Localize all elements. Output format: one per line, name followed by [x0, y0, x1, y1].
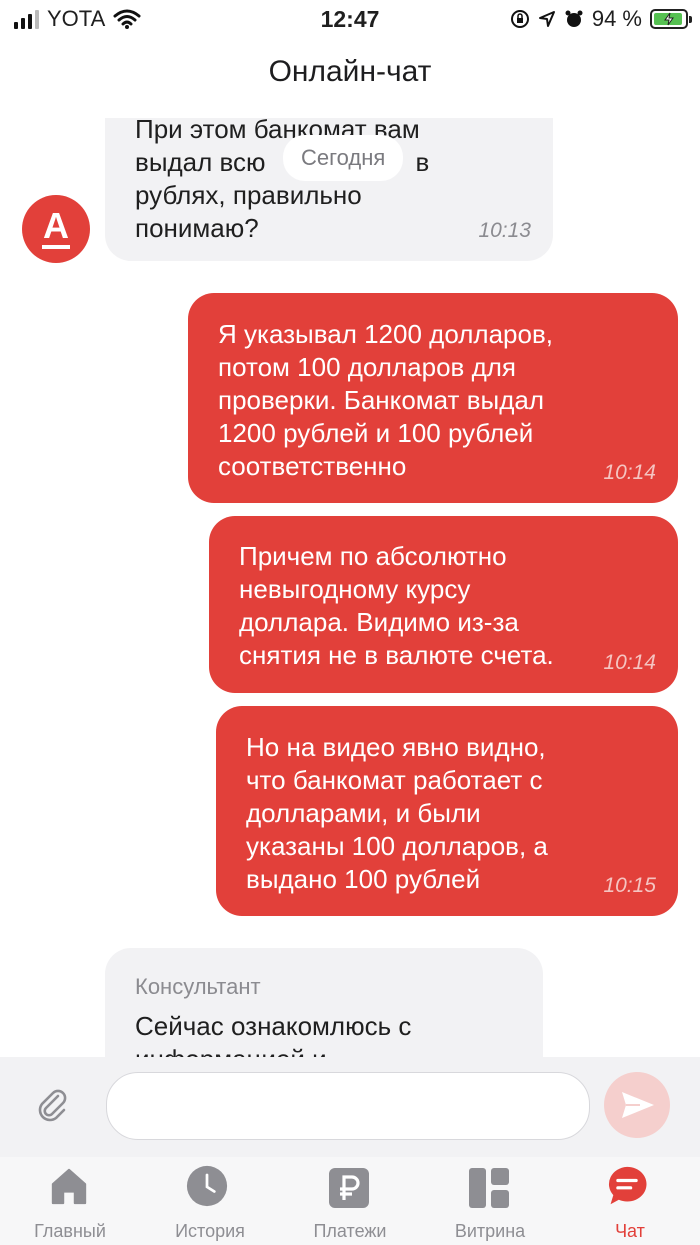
page-title: Онлайн-чат: [268, 55, 432, 88]
message-line: невыгодному курсу: [239, 574, 471, 604]
message-time: 10:13: [478, 219, 531, 242]
tab-bar: Главный История Платежи Витрина Чат: [0, 1157, 700, 1245]
tab-history[interactable]: История: [140, 1157, 280, 1245]
message-line: соответственно: [218, 451, 407, 481]
tab-label: Главный: [34, 1221, 106, 1241]
message-line: Сейчас ознакомлюсь с: [135, 1011, 412, 1041]
outgoing-message: Но на видео явно видно, что банкомат раб…: [216, 706, 678, 916]
sender-name: Консультант: [135, 974, 261, 999]
message-line: что банкомат работает с: [246, 765, 543, 795]
tab-label: Чат: [615, 1221, 645, 1241]
battery-percent: 94 %: [591, 6, 642, 31]
bank-avatar: А: [22, 195, 90, 263]
message-line: Я указывал 1200 долларов,: [218, 319, 553, 349]
message-line: понимаю?: [135, 213, 259, 243]
message-line: долларами, и были: [246, 798, 481, 828]
compose-bar: [0, 1057, 700, 1157]
message-time: 10:14: [603, 651, 656, 674]
message-time: 10:15: [603, 874, 656, 897]
tab-label: Витрина: [454, 1221, 526, 1241]
attach-icon[interactable]: [34, 1087, 70, 1123]
status-right: 94 %: [510, 6, 692, 32]
message-line: выдал всю: [135, 147, 266, 177]
tab-label: История: [175, 1221, 245, 1241]
outgoing-message: Причем по абсолютно невыгодному курсу до…: [209, 516, 678, 693]
tab-home[interactable]: Главный: [0, 1157, 140, 1245]
tab-showcase[interactable]: Витрина: [420, 1157, 560, 1245]
message-time: 10:14: [603, 461, 656, 484]
message-line: доллара. Видимо из-за: [239, 607, 519, 637]
rotation-lock-icon: [510, 10, 529, 28]
avatar-letter: А: [43, 205, 69, 246]
chat-messages[interactable]: При этом банкомат вам выдал всю в рублях,…: [0, 118, 700, 1058]
message-line: рублях, правильно: [135, 180, 362, 210]
tab-chat[interactable]: Чат: [560, 1157, 700, 1245]
incoming-message: Консультант Сейчас ознакомлюсь с информа…: [105, 948, 543, 1058]
send-button[interactable]: [604, 1072, 670, 1138]
location-icon: [538, 11, 555, 27]
date-chip: Сегодня: [283, 135, 404, 181]
send-icon: [622, 1092, 654, 1118]
message-input[interactable]: [106, 1072, 590, 1140]
message-line: указаны 100 долларов, а: [246, 831, 548, 861]
battery-icon: [650, 9, 692, 29]
alarm-icon: [565, 10, 583, 27]
outgoing-message: Я указывал 1200 долларов, потом 100 долл…: [188, 293, 678, 503]
status-bar: YOTA 12:47 94 %: [0, 0, 700, 40]
chat-icon: [608, 1166, 647, 1205]
tab-payments[interactable]: Платежи: [280, 1157, 420, 1245]
message-line: Но на видео явно видно,: [246, 732, 546, 762]
message-line: информацией и: [135, 1043, 535, 1058]
home-icon: [51, 1168, 87, 1205]
tab-label: Платежи: [313, 1221, 387, 1241]
ruble-icon: [329, 1168, 369, 1208]
message-line: 1200 рублей и 100 рублей: [218, 418, 534, 448]
message-line-tail: в: [415, 147, 430, 177]
message-line: Причем по абсолютно: [239, 541, 507, 571]
clock-icon: [186, 1165, 228, 1207]
message-line: проверки. Банкомат выдал: [218, 385, 544, 415]
message-line: потом 100 долларов для: [218, 352, 516, 382]
grid-icon: [469, 1168, 509, 1208]
